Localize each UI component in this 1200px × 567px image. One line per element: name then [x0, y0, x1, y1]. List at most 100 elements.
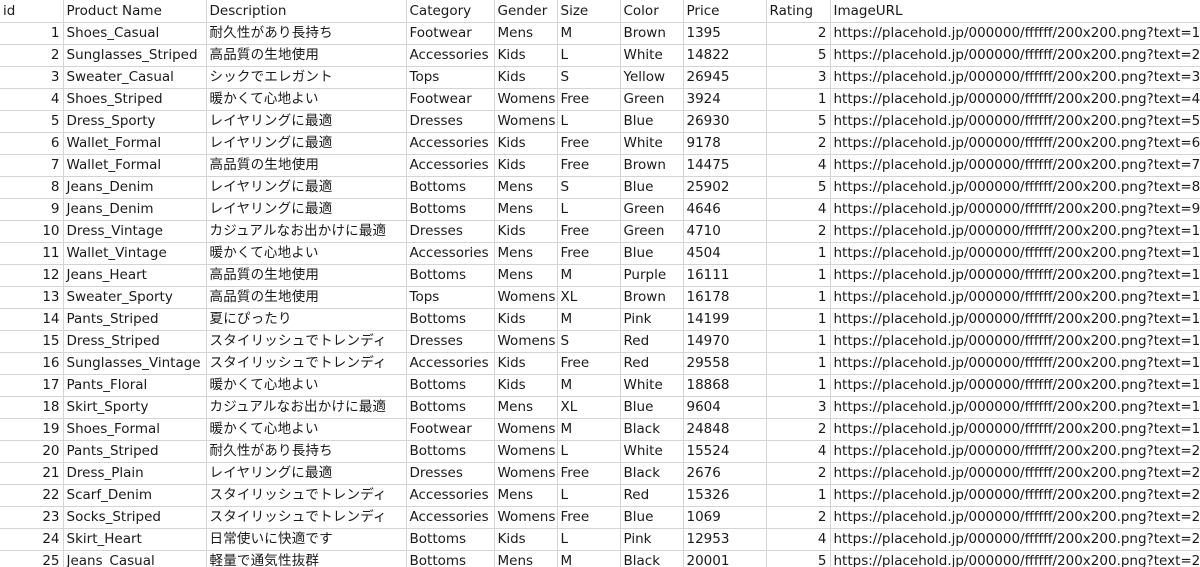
cell-product-name[interactable]: Pants_Striped [63, 308, 207, 331]
cell-id[interactable]: 22 [0, 484, 64, 507]
cell-image-url[interactable]: https://placehold.jp/000000/ffffff/200x2… [830, 440, 1200, 463]
cell-category[interactable]: Footwear [406, 22, 495, 45]
cell-gender[interactable]: Kids [494, 308, 558, 331]
cell-id[interactable]: 9 [0, 198, 64, 221]
header-product-name[interactable]: Product Name [63, 0, 207, 23]
cell-price[interactable]: 18868 [683, 374, 767, 397]
cell-id[interactable]: 3 [0, 66, 64, 89]
cell-product-name[interactable]: Socks_Striped [63, 506, 207, 529]
cell-image-url[interactable]: https://placehold.jp/000000/ffffff/200x2… [830, 286, 1200, 309]
cell-description[interactable]: 夏にぴったり [206, 308, 407, 331]
cell-gender[interactable]: Mens [494, 242, 558, 265]
cell-product-name[interactable]: Wallet_Vintage [63, 242, 207, 265]
cell-gender[interactable]: Kids [494, 352, 558, 375]
cell-category[interactable]: Accessories [406, 132, 495, 155]
cell-size[interactable]: L [557, 198, 621, 221]
cell-size[interactable]: Free [557, 154, 621, 177]
cell-rating[interactable]: 2 [766, 22, 831, 45]
cell-image-url[interactable]: https://placehold.jp/000000/ffffff/200x2… [830, 374, 1200, 397]
cell-image-url[interactable]: https://placehold.jp/000000/ffffff/200x2… [830, 154, 1200, 177]
cell-color[interactable]: Black [620, 418, 684, 441]
cell-image-url[interactable]: https://placehold.jp/000000/ffffff/200x2… [830, 66, 1200, 89]
cell-category[interactable]: Dresses [406, 220, 495, 243]
cell-price[interactable]: 4646 [683, 198, 767, 221]
cell-price[interactable]: 16178 [683, 286, 767, 309]
cell-description[interactable]: 高品質の生地使用 [206, 264, 407, 287]
cell-rating[interactable]: 3 [766, 396, 831, 419]
cell-size[interactable]: M [557, 264, 621, 287]
cell-gender[interactable]: Mens [494, 264, 558, 287]
cell-id[interactable]: 1 [0, 22, 64, 45]
cell-color[interactable]: Black [620, 550, 684, 567]
cell-rating[interactable]: 3 [766, 66, 831, 89]
cell-size[interactable]: Free [557, 242, 621, 265]
header-category[interactable]: Category [406, 0, 495, 23]
cell-id[interactable]: 12 [0, 264, 64, 287]
cell-size[interactable]: L [557, 44, 621, 67]
cell-gender[interactable]: Kids [494, 132, 558, 155]
cell-gender[interactable]: Womens [494, 110, 558, 133]
cell-size[interactable]: XL [557, 396, 621, 419]
cell-rating[interactable]: 5 [766, 550, 831, 567]
cell-color[interactable]: Green [620, 220, 684, 243]
cell-color[interactable]: Yellow [620, 66, 684, 89]
cell-gender[interactable]: Kids [494, 374, 558, 397]
cell-product-name[interactable]: Dress_Vintage [63, 220, 207, 243]
cell-gender[interactable]: Mens [494, 550, 558, 567]
cell-rating[interactable]: 4 [766, 528, 831, 551]
cell-gender[interactable]: Mens [494, 484, 558, 507]
cell-category[interactable]: Bottoms [406, 374, 495, 397]
cell-description[interactable]: レイヤリングに最適 [206, 176, 407, 199]
cell-description[interactable]: 高品質の生地使用 [206, 286, 407, 309]
cell-product-name[interactable]: Dress_Striped [63, 330, 207, 353]
cell-description[interactable]: スタイリッシュでトレンディ [206, 484, 407, 507]
cell-image-url[interactable]: https://placehold.jp/000000/ffffff/200x2… [830, 506, 1200, 529]
cell-color[interactable]: Green [620, 198, 684, 221]
cell-size[interactable]: L [557, 440, 621, 463]
cell-color[interactable]: Pink [620, 308, 684, 331]
cell-size[interactable]: Free [557, 352, 621, 375]
cell-description[interactable]: 暖かくて心地よい [206, 374, 407, 397]
cell-rating[interactable]: 5 [766, 176, 831, 199]
cell-description[interactable]: 高品質の生地使用 [206, 44, 407, 67]
cell-rating[interactable]: 2 [766, 462, 831, 485]
cell-price[interactable]: 25902 [683, 176, 767, 199]
cell-price[interactable]: 24848 [683, 418, 767, 441]
header-description[interactable]: Description [206, 0, 407, 23]
cell-id[interactable]: 24 [0, 528, 64, 551]
cell-price[interactable]: 14475 [683, 154, 767, 177]
cell-color[interactable]: Brown [620, 154, 684, 177]
cell-description[interactable]: 高品質の生地使用 [206, 154, 407, 177]
cell-description[interactable]: レイヤリングに最適 [206, 110, 407, 133]
cell-id[interactable]: 19 [0, 418, 64, 441]
cell-description[interactable]: スタイリッシュでトレンディ [206, 330, 407, 353]
cell-id[interactable]: 20 [0, 440, 64, 463]
cell-size[interactable]: S [557, 66, 621, 89]
cell-product-name[interactable]: Shoes_Formal [63, 418, 207, 441]
cell-color[interactable]: Red [620, 484, 684, 507]
cell-size[interactable]: Free [557, 132, 621, 155]
cell-description[interactable]: シックでエレガント [206, 66, 407, 89]
cell-size[interactable]: S [557, 176, 621, 199]
cell-price[interactable]: 2676 [683, 462, 767, 485]
cell-product-name[interactable]: Pants_Floral [63, 374, 207, 397]
cell-color[interactable]: Blue [620, 396, 684, 419]
cell-category[interactable]: Bottoms [406, 176, 495, 199]
cell-category[interactable]: Bottoms [406, 264, 495, 287]
cell-color[interactable]: Purple [620, 264, 684, 287]
cell-product-name[interactable]: Jeans_Casual [63, 550, 207, 567]
cell-description[interactable]: レイヤリングに最適 [206, 462, 407, 485]
cell-description[interactable]: 暖かくて心地よい [206, 242, 407, 265]
cell-id[interactable]: 13 [0, 286, 64, 309]
cell-color[interactable]: White [620, 132, 684, 155]
cell-rating[interactable]: 4 [766, 154, 831, 177]
cell-description[interactable]: スタイリッシュでトレンディ [206, 506, 407, 529]
cell-color[interactable]: Brown [620, 286, 684, 309]
cell-rating[interactable]: 1 [766, 242, 831, 265]
cell-image-url[interactable]: https://placehold.jp/000000/ffffff/200x2… [830, 110, 1200, 133]
cell-gender[interactable]: Kids [494, 154, 558, 177]
cell-description[interactable]: 耐久性があり長持ち [206, 22, 407, 45]
cell-product-name[interactable]: Sweater_Casual [63, 66, 207, 89]
cell-image-url[interactable]: https://placehold.jp/000000/ffffff/200x2… [830, 44, 1200, 67]
cell-rating[interactable]: 1 [766, 352, 831, 375]
